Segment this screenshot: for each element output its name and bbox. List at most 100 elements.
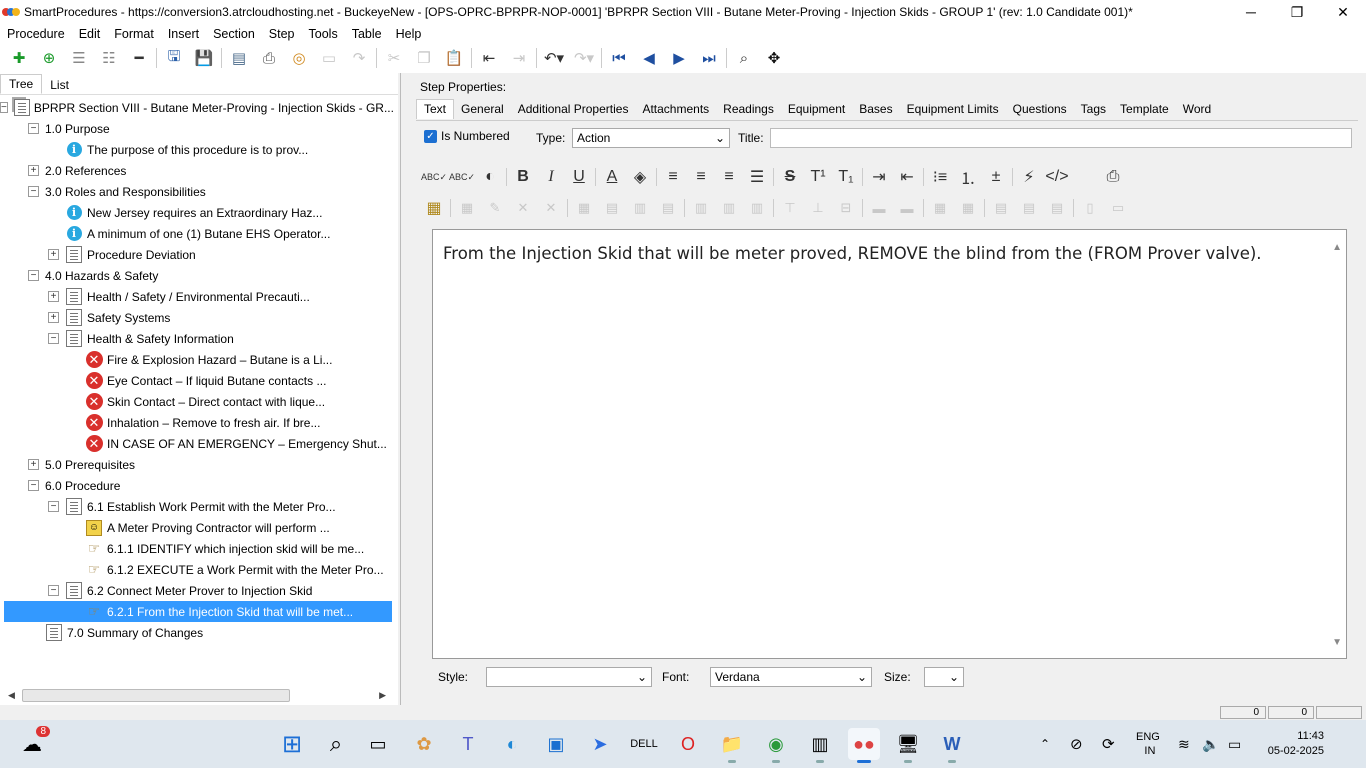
- html-source-icon[interactable]: </>: [1043, 165, 1071, 189]
- teams-icon[interactable]: T: [452, 728, 484, 760]
- underline-icon[interactable]: U: [565, 165, 593, 189]
- collapse-icon[interactable]: −: [48, 333, 59, 344]
- cell-align-middle-icon[interactable]: ▤: [1015, 196, 1043, 220]
- tab-general[interactable]: General: [454, 100, 511, 119]
- tab-bases[interactable]: Bases: [852, 100, 899, 119]
- save-icon[interactable]: 🖫: [159, 44, 189, 72]
- export-icon[interactable]: ▤: [224, 44, 254, 72]
- tree-item[interactable]: ✕ Fire & Explosion Hazard – Butane is a L…: [0, 349, 390, 370]
- first-icon[interactable]: ⏮: [604, 44, 634, 72]
- split-horizontal-icon[interactable]: ▦: [926, 196, 954, 220]
- tab-tags[interactable]: Tags: [1074, 100, 1113, 119]
- tab-attachments[interactable]: Attachments: [635, 100, 716, 119]
- tree-item[interactable]: − 6.2 Connect Meter Prover to Injection S…: [0, 580, 390, 601]
- fill-color-icon[interactable]: ◈: [626, 165, 654, 189]
- add-icon[interactable]: ✚: [4, 44, 34, 72]
- menu-procedure[interactable]: Procedure: [0, 27, 72, 41]
- sync-icon[interactable]: ⟳: [1102, 720, 1115, 768]
- menu-edit[interactable]: Edit: [72, 27, 108, 41]
- tree-item[interactable]: −3.0 Roles and Responsibilities: [0, 181, 390, 202]
- next-icon[interactable]: ▶: [664, 44, 694, 72]
- volume-icon[interactable]: 🔈: [1202, 720, 1219, 768]
- collapse-icon[interactable]: −: [28, 270, 39, 281]
- scroll-thumb[interactable]: [22, 688, 290, 702]
- tree-item[interactable]: ☞ 6.1.2 EXECUTE a Work Permit with the Me…: [0, 559, 390, 580]
- strikethrough-icon[interactable]: S: [776, 165, 804, 189]
- tab-questions[interactable]: Questions: [1006, 100, 1074, 119]
- font-select[interactable]: Verdana ⌄: [710, 667, 872, 687]
- menu-help[interactable]: Help: [389, 27, 429, 41]
- tree-item[interactable]: −1.0 Purpose: [0, 118, 390, 139]
- tree-item-selected[interactable]: ☞ 6.2.1 From the Injection Skid that will…: [4, 601, 392, 622]
- table-properties-icon[interactable]: ▦: [453, 196, 481, 220]
- table-clear-icon[interactable]: ✕: [537, 196, 565, 220]
- network-status-icon[interactable]: ⊘: [1070, 720, 1083, 768]
- expand-icon[interactable]: +: [48, 312, 59, 323]
- menu-step[interactable]: Step: [262, 27, 302, 41]
- table-delete-icon[interactable]: ✕: [509, 196, 537, 220]
- numbered-list-icon[interactable]: ⒈: [954, 165, 982, 189]
- italic-icon[interactable]: I: [537, 165, 565, 189]
- tab-readings[interactable]: Readings: [716, 100, 781, 119]
- bullet-list-icon[interactable]: ⁝≡: [926, 165, 954, 189]
- align-right-icon[interactable]: ≡: [715, 165, 743, 189]
- column-width-icon[interactable]: ▯: [1076, 196, 1104, 220]
- cut-icon[interactable]: ✂: [379, 44, 409, 72]
- cell-properties-icon[interactable]: ▦: [570, 196, 598, 220]
- expand-icon[interactable]: +: [48, 291, 59, 302]
- outdent-icon[interactable]: ⇤: [474, 44, 504, 72]
- frame-icon[interactable]: ▭: [314, 44, 344, 72]
- tree-item[interactable]: +2.0 References: [0, 160, 390, 181]
- language-indicator[interactable]: ENG IN: [1136, 720, 1160, 768]
- row-height-icon[interactable]: ▭: [1104, 196, 1132, 220]
- spellcheck-options-icon[interactable]: ABC✓: [448, 165, 476, 189]
- tree-horizontal-scrollbar[interactable]: ◀ ▶: [4, 687, 388, 703]
- print-icon[interactable]: ⎙: [254, 44, 284, 72]
- scroll-left-icon[interactable]: ◀: [8, 690, 15, 701]
- step-text-editor[interactable]: From the Injection Skid that will be met…: [432, 229, 1347, 659]
- close-button[interactable]: ✕: [1320, 0, 1366, 24]
- save-all-icon[interactable]: 💾: [189, 44, 219, 72]
- merge-cells-icon[interactable]: ▬: [865, 196, 893, 220]
- move-icon[interactable]: ✥: [759, 44, 789, 72]
- split-vertical-icon[interactable]: ▦: [954, 196, 982, 220]
- cell-align-top-icon[interactable]: ▤: [987, 196, 1015, 220]
- collapse-icon[interactable]: −: [48, 501, 59, 512]
- tab-list[interactable]: List: [42, 76, 77, 94]
- menu-format[interactable]: Format: [107, 27, 161, 41]
- collapse-icon[interactable]: −: [48, 585, 59, 596]
- font-color-icon[interactable]: A: [598, 165, 626, 189]
- tree-item[interactable]: i New Jersey requires an Extraordinary Ha…: [0, 202, 390, 223]
- tree-item[interactable]: +5.0 Prerequisites: [0, 454, 390, 475]
- align-center-icon[interactable]: ≡: [687, 165, 715, 189]
- expand-icon[interactable]: +: [28, 459, 39, 470]
- list-edit-icon[interactable]: ☷: [94, 44, 124, 72]
- expand-icon[interactable]: +: [28, 165, 39, 176]
- size-select[interactable]: ⌄: [924, 667, 964, 687]
- tree-item[interactable]: −6.0 Procedure: [0, 475, 390, 496]
- redo-frame-icon[interactable]: ↷: [344, 44, 374, 72]
- collapse-icon[interactable]: −: [28, 123, 39, 134]
- smartprocedures-taskbar-icon[interactable]: ●●: [848, 728, 880, 763]
- tree-item[interactable]: 7.0 Summary of Changes: [0, 622, 390, 643]
- battery-icon[interactable]: ▭: [1228, 720, 1241, 768]
- start-icon[interactable]: ⊞: [276, 728, 308, 760]
- tree-item[interactable]: ☺ A Meter Proving Contractor will perform…: [0, 517, 390, 538]
- horizontal-line-icon[interactable]: ±: [982, 165, 1010, 189]
- chrome-icon[interactable]: ◉: [760, 728, 792, 763]
- show-hidden-icons-icon[interactable]: ⌃: [1040, 720, 1050, 768]
- step-text[interactable]: From the Injection Skid that will be met…: [443, 244, 1262, 263]
- tree-item[interactable]: ✕ Eye Contact – If liquid Butane contacts…: [0, 370, 390, 391]
- is-numbered-checkbox[interactable]: ✓ Is Numbered: [424, 129, 510, 143]
- delete-row-icon[interactable]: ⊟: [832, 196, 860, 220]
- remove-icon[interactable]: ━: [124, 44, 154, 72]
- word-icon[interactable]: W: [936, 728, 968, 763]
- style-select[interactable]: ⌄: [486, 667, 652, 687]
- tab-tree[interactable]: Tree: [0, 74, 43, 94]
- menu-insert[interactable]: Insert: [161, 27, 206, 41]
- search-icon[interactable]: ⌕: [320, 728, 352, 760]
- redo-icon[interactable]: ↷▾: [569, 44, 599, 72]
- last-icon[interactable]: ⏭: [694, 44, 724, 72]
- justify-icon[interactable]: ☰: [743, 165, 771, 189]
- app-icon[interactable]: ▥: [804, 728, 836, 763]
